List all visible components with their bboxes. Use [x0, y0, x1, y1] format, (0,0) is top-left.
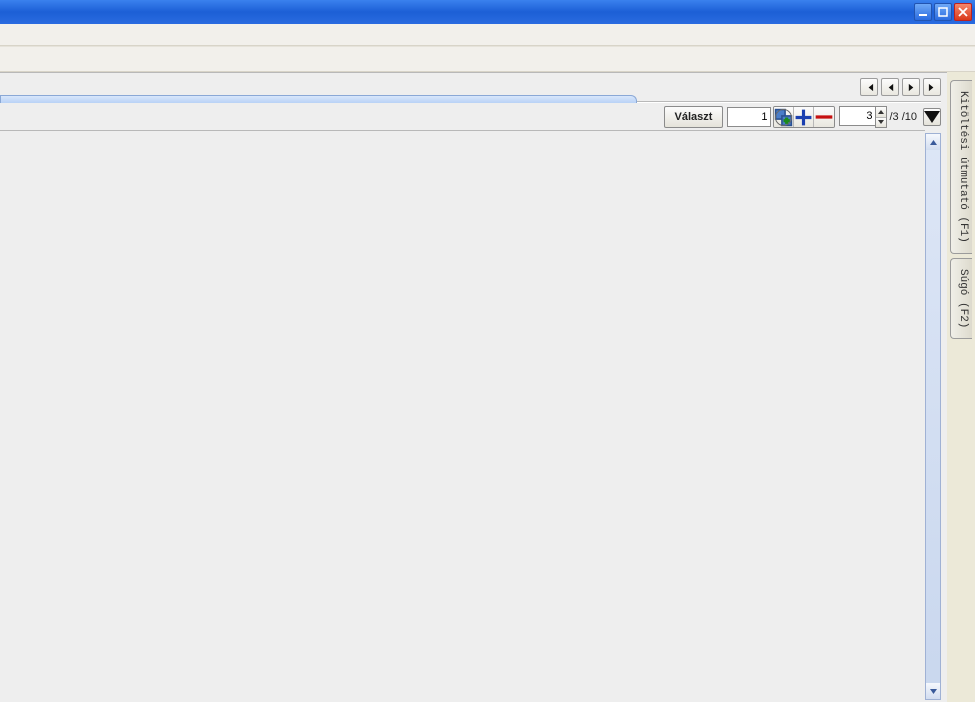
- chevron-up-icon: [930, 140, 937, 145]
- index-input[interactable]: [727, 107, 771, 127]
- controls-row: Választ: [664, 105, 941, 129]
- page-spinner: [839, 106, 887, 128]
- first-page-button[interactable]: [860, 78, 878, 96]
- scrollbar-track[interactable]: [926, 150, 940, 683]
- chevron-down-icon: [924, 111, 940, 123]
- prev-icon: [886, 83, 895, 92]
- last-icon: [928, 83, 937, 92]
- help-tab[interactable]: Súgó (F2): [950, 258, 972, 339]
- remove-button[interactable]: [814, 107, 834, 127]
- next-page-button[interactable]: [902, 78, 920, 96]
- record-buttons: [773, 106, 835, 128]
- first-icon: [865, 83, 874, 92]
- minus-icon: [814, 107, 834, 127]
- page-count-label: /3 /10: [889, 111, 917, 123]
- titlebar: [0, 0, 975, 24]
- menubar: [0, 24, 975, 46]
- add-button[interactable]: [794, 107, 814, 127]
- maximize-button[interactable]: [934, 3, 952, 21]
- dropdown-button[interactable]: [923, 108, 941, 126]
- spinner-up-button[interactable]: [876, 107, 886, 118]
- toolbar-strip: [0, 46, 975, 72]
- close-button[interactable]: [954, 3, 972, 21]
- chevron-down-icon: [878, 120, 884, 124]
- close-icon: [958, 7, 968, 17]
- plus-icon: [794, 108, 813, 127]
- chevron-up-icon: [878, 110, 884, 114]
- last-page-button[interactable]: [923, 78, 941, 96]
- scroll-up-button[interactable]: [926, 134, 940, 150]
- minimize-icon: [918, 7, 928, 17]
- tab-header[interactable]: [0, 95, 637, 103]
- document-area: Választ: [0, 72, 947, 702]
- page-nav: [860, 78, 941, 96]
- guide-tab[interactable]: Kitöltési útmutató (F1): [950, 80, 972, 254]
- page-input[interactable]: [839, 106, 875, 126]
- separator: [0, 130, 925, 131]
- duplicate-icon: [774, 108, 793, 127]
- duplicate-button[interactable]: [774, 107, 794, 127]
- next-icon: [907, 83, 916, 92]
- chevron-down-icon: [930, 689, 937, 694]
- select-button[interactable]: Választ: [664, 106, 724, 128]
- side-tabs: Kitöltési útmutató (F1) Súgó (F2): [947, 72, 975, 702]
- minimize-button[interactable]: [914, 3, 932, 21]
- prev-page-button[interactable]: [881, 78, 899, 96]
- scroll-down-button[interactable]: [926, 683, 940, 699]
- spinner-down-button[interactable]: [876, 118, 886, 128]
- vertical-scrollbar[interactable]: [925, 133, 941, 700]
- main-area: Választ: [0, 72, 975, 702]
- maximize-icon: [938, 7, 948, 17]
